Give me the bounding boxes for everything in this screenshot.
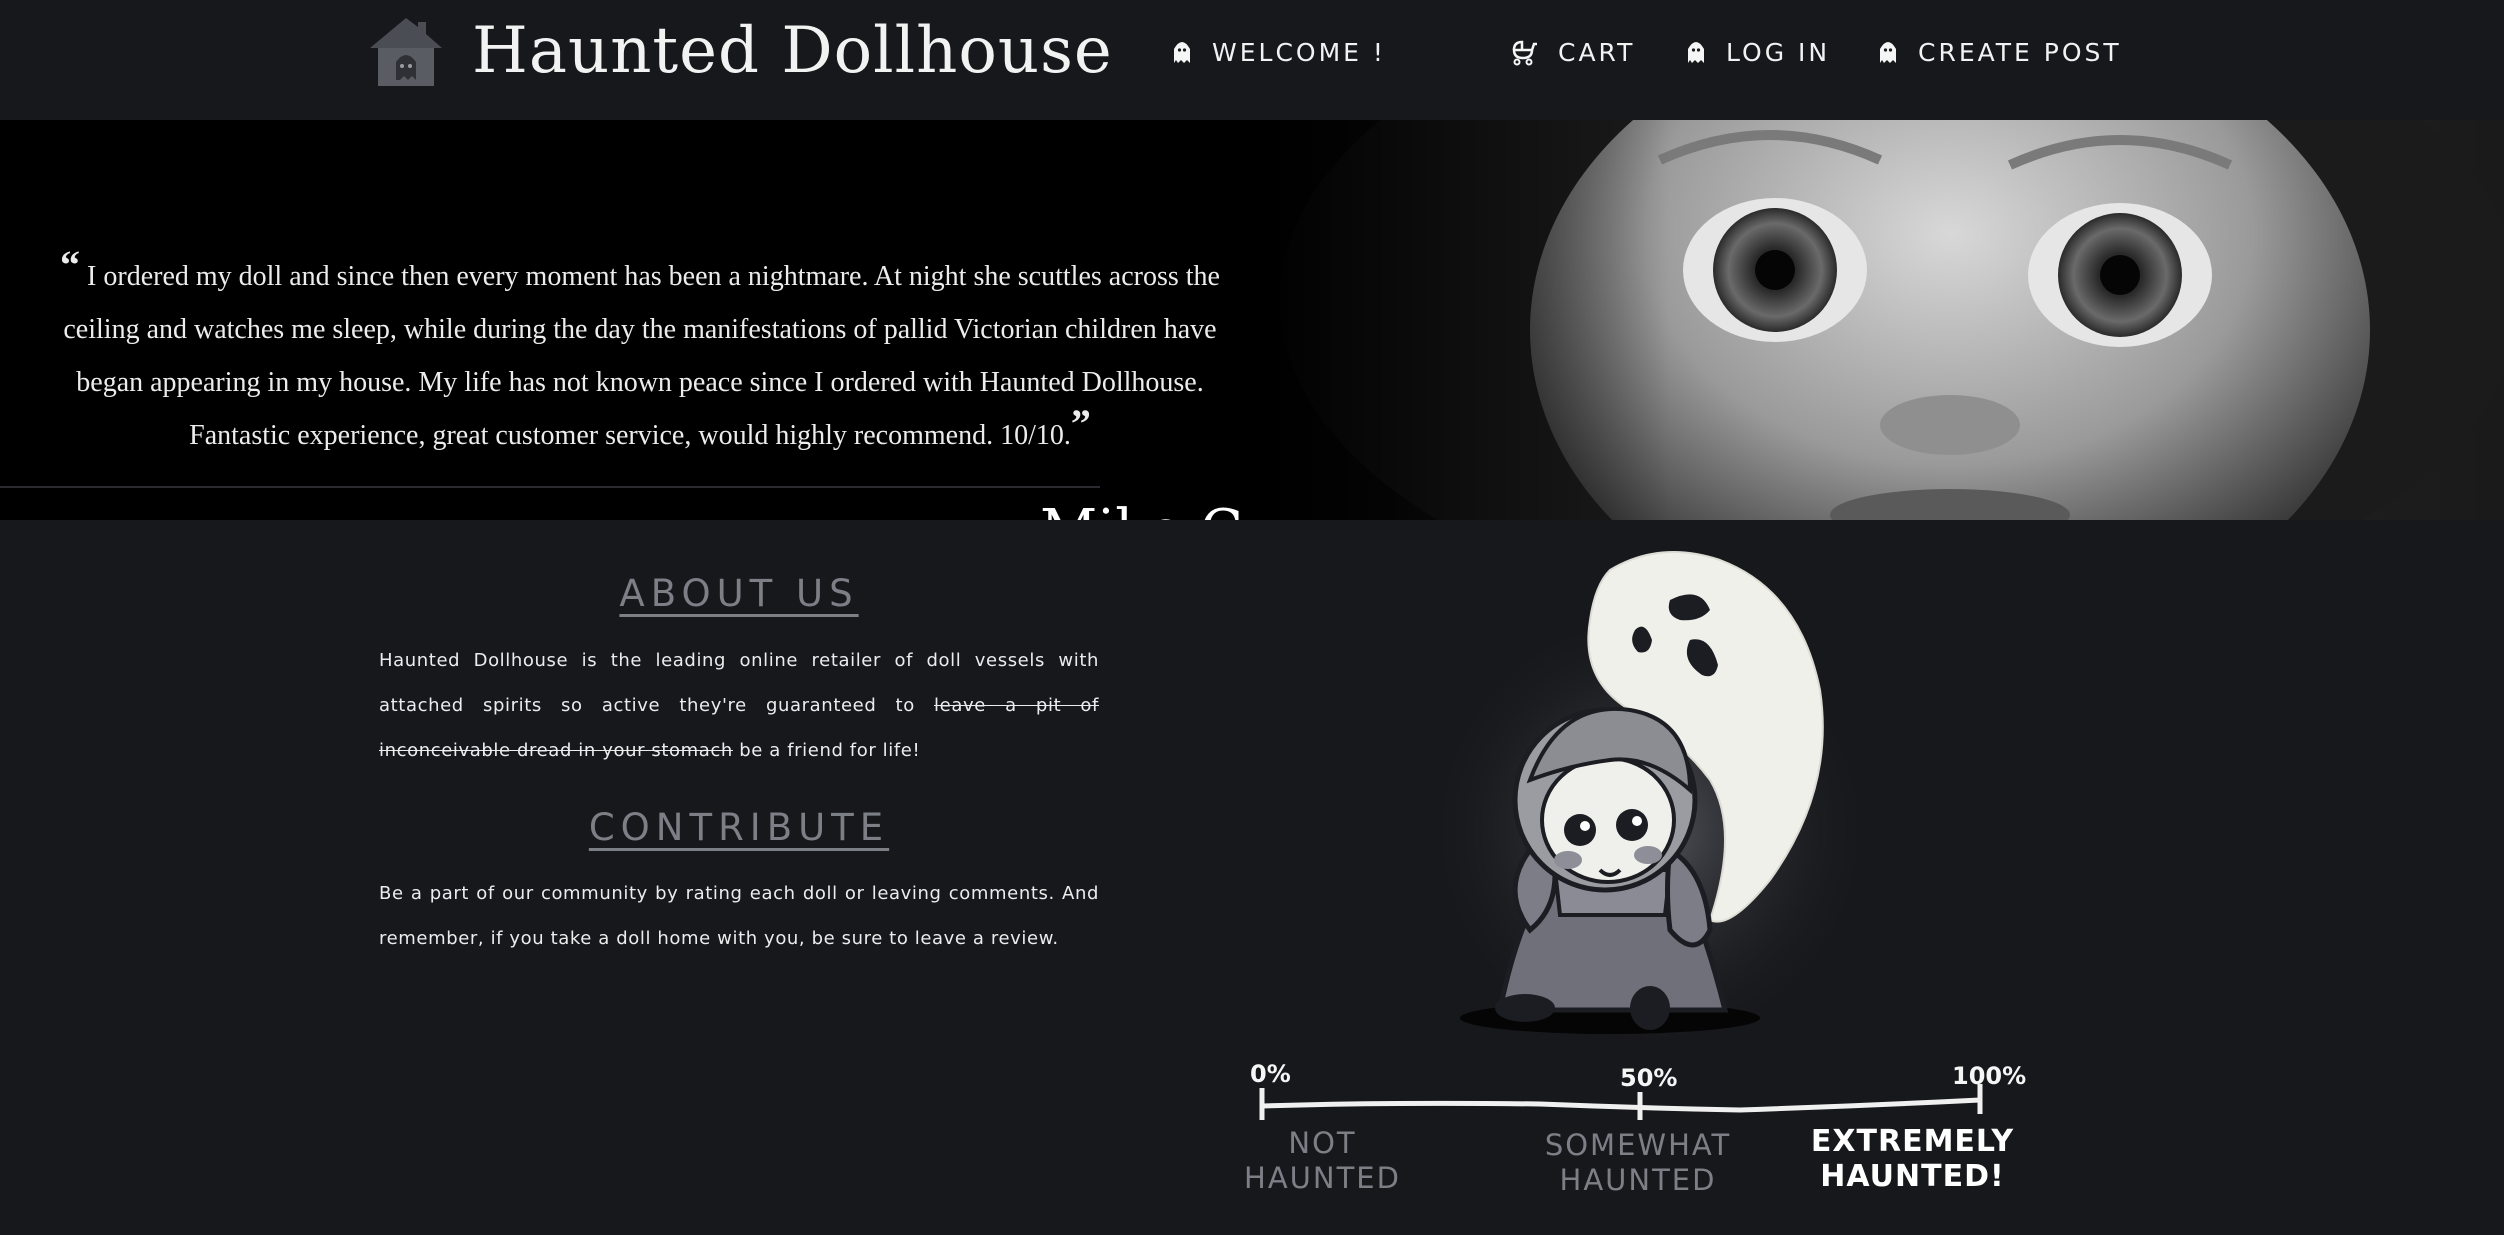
nav-login-label: LOG IN <box>1726 37 1831 67</box>
scale-label-ext-line2: HAUNTED! <box>1820 1159 2005 1194</box>
close-quote-mark: ” <box>1070 401 1091 446</box>
stroller-cart-icon <box>1512 40 1537 66</box>
testimonial-quote: “ I ordered my doll and since then every… <box>40 245 1240 462</box>
scale-label-not-haunted: NOT HAUNTED <box>1240 1126 1405 1196</box>
ghost-icon <box>1688 42 1704 63</box>
nav-login[interactable]: LOG IN <box>1686 34 1830 70</box>
contribute-text: Be a part of our community by rating eac… <box>379 883 1099 949</box>
about-heading: ABOUT US <box>619 572 859 615</box>
scale-label-not-line1: NOT <box>1288 1126 1357 1160</box>
nav-create-post[interactable]: CREATE POST <box>1878 34 2122 70</box>
house-ghost-icon[interactable] <box>366 16 446 88</box>
hero-banner: “ I ordered my doll and since then every… <box>0 120 2504 520</box>
scale-label-not-line2: HAUNTED <box>1244 1161 1401 1195</box>
contribute-heading: CONTRIBUTE <box>588 806 890 849</box>
brand-title[interactable]: Haunted Dollhouse <box>472 14 1113 88</box>
nav-cart-label: CART <box>1558 37 1636 67</box>
scale-label-some-line1: SOMEWHAT <box>1544 1128 1732 1162</box>
about-text-end: be a friend for life! <box>732 740 921 761</box>
ghost-doll-illustration <box>1420 551 1880 1040</box>
nav-create-post-label: CREATE POST <box>1918 37 2122 67</box>
scale-label-extremely-haunted: EXTREMELY HAUNTED! <box>1800 1124 2025 1194</box>
scale-label-ext-line1: EXTREMELY <box>1810 1124 2015 1159</box>
navbar: Haunted Dollhouse WELCOME ! CART LOG IN … <box>0 0 2504 120</box>
nav-welcome-label: WELCOME ! <box>1212 37 1386 67</box>
scale-pct-0: 0% <box>1250 1060 1291 1088</box>
scale-label-some-line2: HAUNTED <box>1559 1163 1717 1197</box>
scale-pct-100: 100% <box>1952 1062 2027 1090</box>
quote-divider <box>0 486 1100 488</box>
open-quote-mark: “ <box>60 242 81 287</box>
testimonial-text: I ordered my doll and since then every m… <box>63 261 1220 451</box>
ghost-icon <box>1880 42 1896 63</box>
about-text: Haunted Dollhouse is the leading online … <box>379 638 1099 773</box>
nav-welcome[interactable]: WELCOME ! <box>1172 34 1386 70</box>
nav-cart[interactable]: CART <box>1510 34 1635 70</box>
scale-label-somewhat-haunted: SOMEWHAT HAUNTED <box>1508 1128 1768 1198</box>
scale-pct-50: 50% <box>1620 1064 1678 1092</box>
testimonial-author: Mike C. <box>1040 498 1259 520</box>
ghost-icon <box>1174 42 1190 63</box>
